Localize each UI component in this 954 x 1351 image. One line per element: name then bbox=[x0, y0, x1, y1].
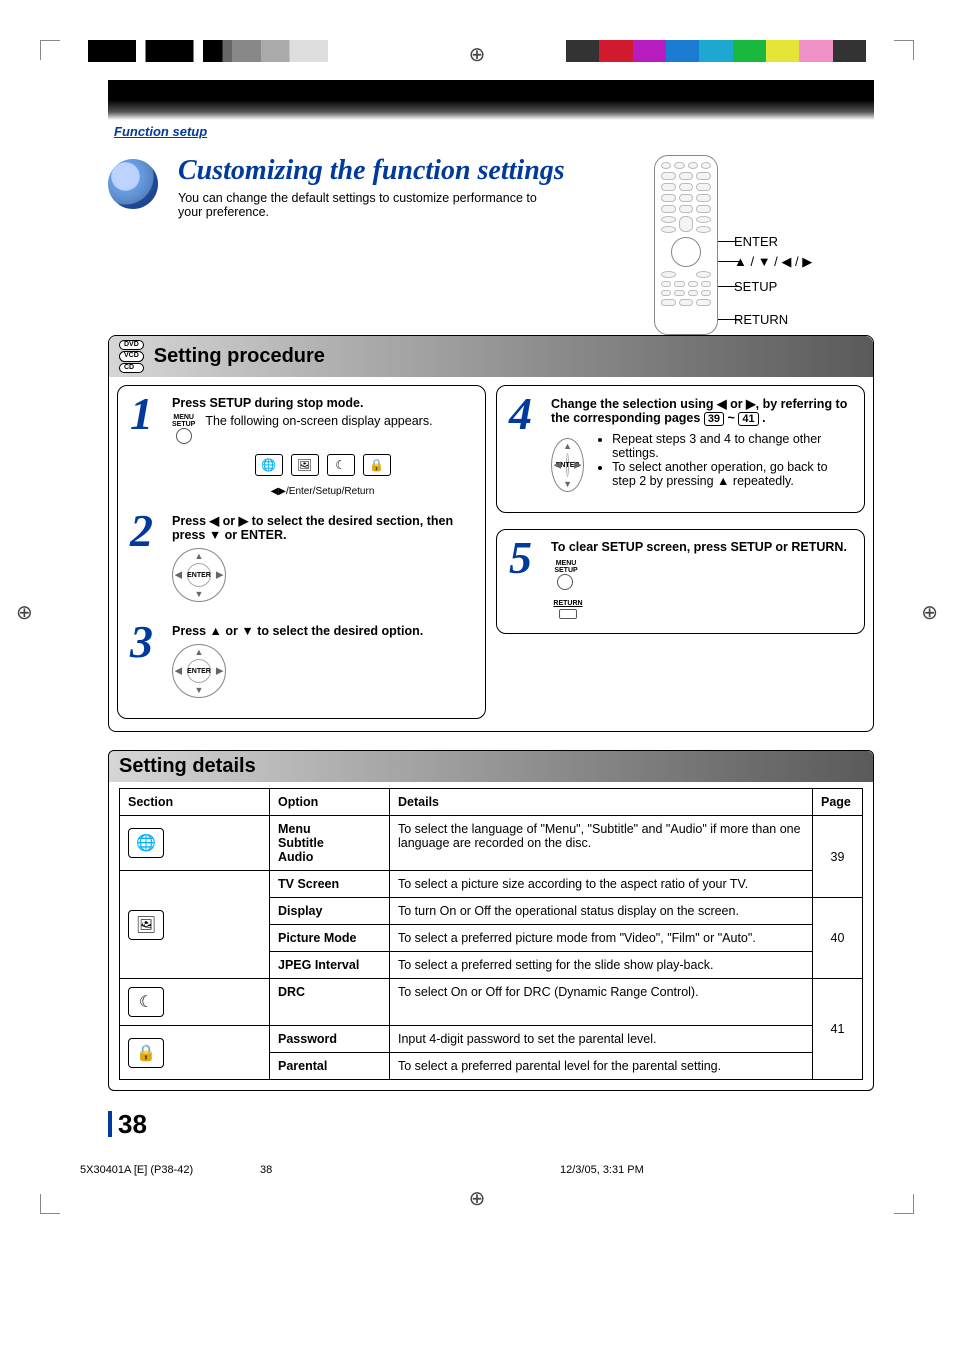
page-title: Customizing the function settings bbox=[178, 155, 634, 187]
step-4: 4 Change the selection using ◀ or ▶, by … bbox=[509, 396, 852, 498]
step-number: 1 bbox=[130, 396, 164, 497]
return-button-icon bbox=[559, 609, 577, 619]
crop-mark-tr bbox=[894, 40, 914, 60]
remote-label-arrows: ▲ / ▼ / ◀ / ▶ bbox=[734, 255, 812, 268]
step-number: 3 bbox=[130, 624, 164, 704]
footer-page: 38 bbox=[260, 1164, 560, 1176]
footer-info: 5X30401A [E] (P38-42) 38 12/3/05, 3:31 P… bbox=[80, 1164, 866, 1176]
page-number: 38 bbox=[108, 1109, 874, 1140]
enter-dpad-icon: ENTER ▲▼◀▶ bbox=[551, 438, 584, 492]
step-bullet: To select another operation, go back to … bbox=[612, 460, 852, 488]
step-lead: Change the selection using ◀ or ▶, by re… bbox=[551, 396, 852, 426]
table-row: ☾ DRC To select On or Off for DRC (Dynam… bbox=[120, 979, 863, 1026]
col-details: Details bbox=[390, 789, 813, 816]
globe-icon: 🌐 bbox=[128, 828, 164, 858]
footer-doc-id: 5X30401A [E] (P38-42) bbox=[80, 1164, 260, 1176]
step-2: 2 Press ◀ or ▶ to select the desired sec… bbox=[130, 513, 473, 608]
setting-procedure-heading: Setting procedure bbox=[154, 345, 325, 368]
step-3: 3 Press ▲ or ▼ to select the desired opt… bbox=[130, 624, 473, 704]
step-bullet: Repeat steps 3 and 4 to change other set… bbox=[612, 432, 852, 460]
page-ref-39: 39 bbox=[704, 412, 724, 426]
page-ref-41: 41 bbox=[738, 412, 758, 426]
col-option: Option bbox=[270, 789, 390, 816]
remote-label-return: RETURN bbox=[734, 313, 788, 326]
enter-dpad-icon: ENTER ▲▼◀▶ bbox=[172, 548, 226, 602]
dpad-icon bbox=[671, 237, 701, 267]
bottom-crop-area: ⊕ bbox=[0, 1176, 954, 1236]
step-lead: Press ▲ or ▼ to select the desired optio… bbox=[172, 624, 473, 638]
osd-caption: ◀▶/Enter/Setup/Return bbox=[172, 486, 473, 497]
remote-label-setup: SETUP bbox=[734, 280, 777, 293]
remote-label-enter: ENTER bbox=[734, 235, 778, 248]
remote-control-illustration bbox=[654, 155, 718, 335]
bw-calibration-strip bbox=[88, 40, 328, 62]
setup-button-icon bbox=[176, 428, 192, 444]
step-lead: Press SETUP during stop mode. bbox=[172, 396, 473, 410]
table-row: 🌐 Menu Subtitle Audio To select the lang… bbox=[120, 816, 863, 871]
lock-icon: 🔒 bbox=[128, 1038, 164, 1068]
registration-mark-left: ⊕ bbox=[16, 600, 33, 625]
crop-mark-br bbox=[894, 1194, 914, 1214]
setup-button-icon bbox=[557, 574, 573, 590]
setting-details-table: Section Option Details Page 🌐 Menu Subti… bbox=[119, 788, 863, 1080]
osd-picture-icon: 🖼 bbox=[291, 454, 319, 476]
return-label: RETURN bbox=[551, 600, 585, 607]
step-lead: Press ◀ or ▶ to select the desired secti… bbox=[172, 513, 473, 542]
step-1: 1 Press SETUP during stop mode. MENU SET… bbox=[130, 396, 473, 497]
step-lead: To clear SETUP screen, press SETUP or RE… bbox=[551, 540, 852, 554]
breadcrumb: Function setup bbox=[114, 124, 874, 139]
step-body-text: The following on-screen display appears. bbox=[205, 414, 432, 428]
crop-mark-tl bbox=[40, 40, 60, 60]
step-number: 2 bbox=[130, 513, 164, 608]
color-calibration-strip bbox=[566, 40, 866, 62]
footer-timestamp: 12/3/05, 3:31 PM bbox=[560, 1164, 866, 1176]
registration-mark-right: ⊕ bbox=[921, 600, 938, 625]
table-row: 🖼 TV Screen To select a picture size acc… bbox=[120, 871, 863, 898]
menu-setup-label: MENU SETUP bbox=[551, 560, 581, 574]
step-5: 5 To clear SETUP screen, press SETUP or … bbox=[509, 540, 852, 619]
enter-dpad-icon: ENTER ▲▼◀▶ bbox=[172, 644, 226, 698]
table-row: 🔒 Password Input 4-digit password to set… bbox=[120, 1026, 863, 1053]
osd-parental-icon: 🔒 bbox=[363, 454, 391, 476]
osd-language-icon: 🌐 bbox=[255, 454, 283, 476]
badge-cd: CD bbox=[119, 363, 144, 373]
header-gradient-bar bbox=[108, 80, 874, 120]
setting-details-heading: Setting details bbox=[119, 755, 256, 778]
disc-type-badges: DVD VCD CD bbox=[119, 340, 144, 373]
registration-mark-bottom: ⊕ bbox=[469, 1186, 486, 1211]
audio-icon: ☾ bbox=[128, 987, 164, 1017]
menu-setup-label: MENU SETUP bbox=[172, 414, 195, 428]
top-crop-area: ⊕ bbox=[0, 0, 954, 80]
swirl-globe-icon bbox=[108, 159, 158, 209]
osd-audio-icon: ☾ bbox=[327, 454, 355, 476]
registration-mark-top: ⊕ bbox=[469, 42, 486, 67]
col-section: Section bbox=[120, 789, 270, 816]
badge-dvd: DVD bbox=[119, 340, 144, 350]
col-page: Page bbox=[813, 789, 863, 816]
page-subtitle: You can change the default settings to c… bbox=[178, 191, 558, 219]
picture-icon: 🖼 bbox=[128, 910, 164, 940]
step-number: 4 bbox=[509, 396, 543, 498]
badge-vcd: VCD bbox=[119, 351, 144, 361]
step-number: 5 bbox=[509, 540, 543, 619]
crop-mark-bl bbox=[40, 1194, 60, 1214]
